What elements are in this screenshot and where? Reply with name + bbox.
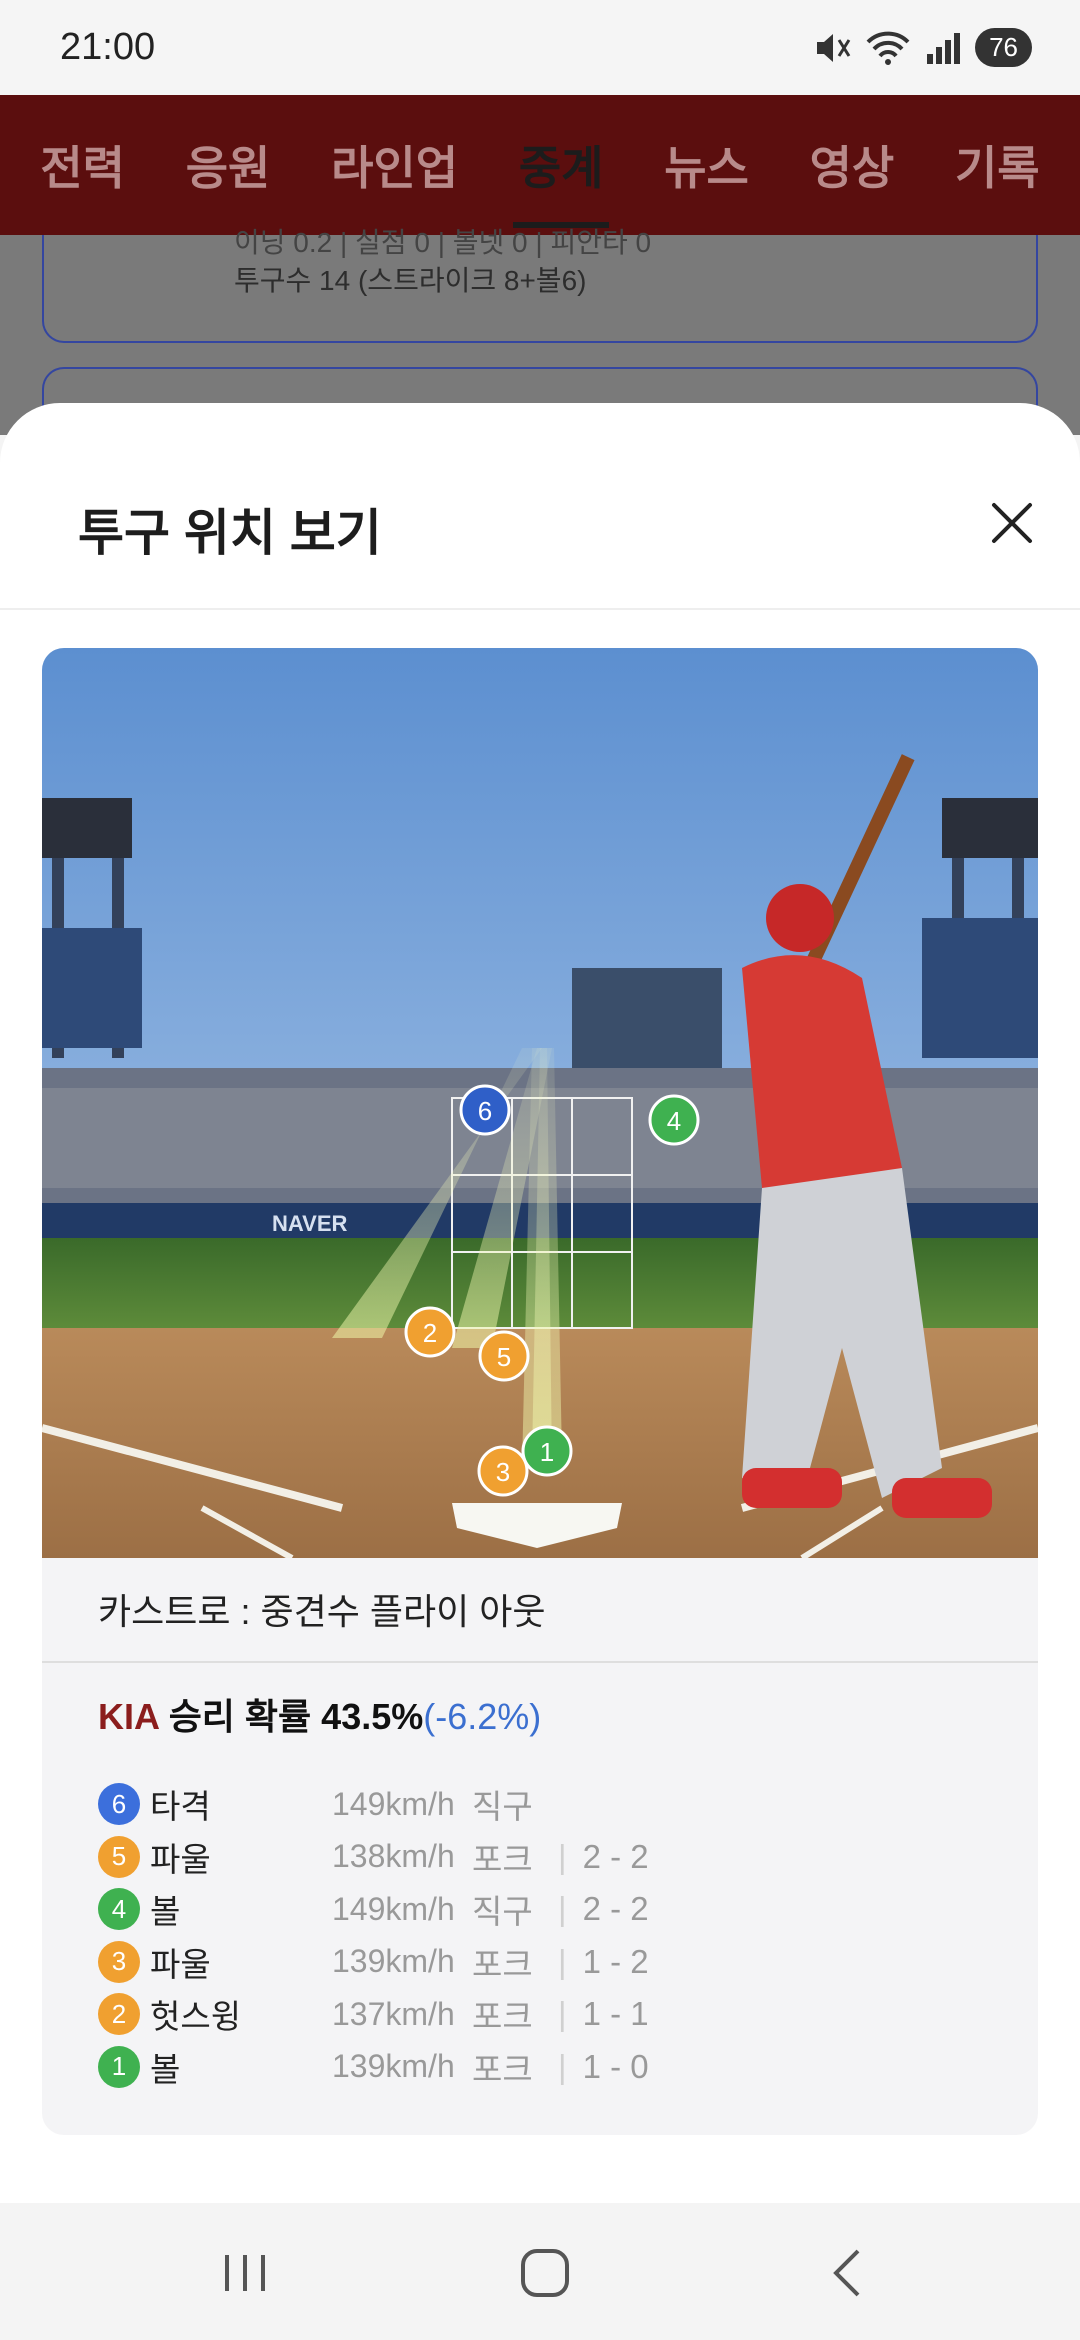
mute-icon bbox=[817, 33, 851, 62]
back-icon[interactable] bbox=[820, 2243, 880, 2303]
pitch-speed: 138km/h bbox=[332, 1838, 455, 1875]
tab-news[interactable]: 뉴스 bbox=[658, 132, 755, 198]
pitch-number-badge: 6 bbox=[98, 1783, 140, 1826]
tab-cheer[interactable]: 응원 bbox=[180, 132, 277, 198]
pitch-row: 1 볼 139km/h 포크 | 1 - 0 bbox=[98, 2041, 998, 2094]
battery-indicator: 76 bbox=[975, 28, 1032, 67]
pitch-result: 파울 bbox=[150, 1945, 211, 1983]
pitch-speed: 137km/h bbox=[332, 1995, 455, 2032]
pitch-marker-3: 3 bbox=[477, 1445, 529, 1497]
pitch-type: 포크 bbox=[472, 2050, 533, 2088]
pitch-list: 6 타격 149km/h 직구 5 파울 138km/h 포크 | 2 - 2 … bbox=[98, 1778, 998, 2093]
pitch-marker-4: 4 bbox=[648, 1094, 700, 1146]
pitch-type: 포크 bbox=[472, 1998, 533, 2036]
play-result: 카스트로 : 중견수 플라이 아웃 bbox=[98, 1591, 546, 1632]
wifi-icon bbox=[866, 31, 910, 65]
status-time: 21:00 bbox=[60, 26, 156, 68]
top-tab-bar: 전력 응원 라인업 중계 뉴스 영상 기록 bbox=[0, 95, 1080, 235]
status-bar: 21:00 76 bbox=[0, 0, 1080, 95]
pitch-marker-1: 1 bbox=[521, 1425, 573, 1477]
pitch-type: 직구 bbox=[472, 1893, 533, 1931]
tab-lineup-power[interactable]: 전력 bbox=[34, 132, 131, 198]
pitch-speed: 139km/h bbox=[332, 2048, 455, 2085]
pitch-speed: 149km/h bbox=[332, 1890, 455, 1927]
close-icon[interactable] bbox=[984, 495, 1040, 551]
sheet-title: 투구 위치 보기 bbox=[78, 505, 382, 561]
pitch-marker-5: 5 bbox=[478, 1330, 530, 1382]
pitch-result: 파울 bbox=[150, 1840, 211, 1878]
tab-video[interactable]: 영상 bbox=[804, 132, 901, 198]
win-prob-delta: (-6.2%) bbox=[423, 1696, 542, 1737]
pitch-type: 직구 bbox=[472, 1788, 533, 1826]
ball-strike-count: 2 - 2 bbox=[582, 1890, 649, 1928]
pitch-result: 볼 bbox=[150, 1893, 181, 1931]
pitch-marker-1-label: 1 bbox=[540, 1437, 554, 1467]
separator: | bbox=[558, 1995, 567, 2033]
recent-apps-icon[interactable] bbox=[215, 2243, 275, 2303]
divider bbox=[0, 608, 1080, 610]
pitch-count-line: 투구수 14 (스트라이크 8+볼6) bbox=[234, 265, 587, 296]
pitcher-stat-line: 이닝 0.2 | 실점 0 | 볼넷 0 | 피안타 0 bbox=[234, 227, 652, 258]
pitch-marker-6: 6 bbox=[459, 1084, 511, 1136]
tab-records[interactable]: 기록 bbox=[949, 132, 1046, 198]
ball-strike-count: 2 - 2 bbox=[582, 1837, 649, 1875]
pitch-row: 2 헛스윙 137km/h 포크 | 1 - 1 bbox=[98, 1988, 998, 2041]
pitch-type: 포크 bbox=[472, 1840, 533, 1878]
pitch-marker-5-label: 5 bbox=[497, 1342, 511, 1372]
status-icons: 76 bbox=[813, 28, 1032, 67]
home-icon[interactable] bbox=[515, 2243, 575, 2303]
separator: | bbox=[558, 2047, 567, 2085]
divider bbox=[42, 1661, 1038, 1663]
pitch-location-sheet: 투구 위치 보기 NAVER 6 4 2 5 3 1 카스트로: 중견수 플라… bbox=[0, 403, 1080, 2203]
pitch-card: NAVER 6 4 2 5 3 1 카스트로: 중견수 플라이 아웃 KIA … bbox=[42, 648, 1038, 2135]
pitcher-stat-card: 이닝 0.2 | 실점 0 | 볼넷 0 | 피안타 0 투구수 14 (스트라… bbox=[42, 227, 1038, 343]
wall-banner-text: NAVER bbox=[272, 1211, 347, 1236]
pitch-result: 타격 bbox=[150, 1788, 211, 1826]
pitch-marker-2-label: 2 bbox=[423, 1318, 437, 1348]
pitch-speed: 139km/h bbox=[332, 1943, 455, 1980]
pitch-result: 볼 bbox=[150, 2050, 181, 2088]
pitch-row: 6 타격 149km/h 직구 bbox=[98, 1778, 998, 1831]
win-prob-team: KIA bbox=[98, 1696, 159, 1737]
pitch-marker-3-label: 3 bbox=[496, 1457, 510, 1487]
system-nav-bar bbox=[0, 2203, 1080, 2340]
pitch-number-badge: 2 bbox=[98, 1993, 140, 2036]
pitch-row: 3 파울 139km/h 포크 | 1 - 2 bbox=[98, 1936, 998, 1989]
pitch-speed: 149km/h bbox=[332, 1785, 455, 1822]
separator: | bbox=[558, 1837, 567, 1875]
pitch-marker-6-label: 6 bbox=[478, 1096, 492, 1126]
pitch-number-badge: 5 bbox=[98, 1835, 140, 1878]
pitch-result: 헛스윙 bbox=[150, 1998, 242, 2036]
pitch-marker-2: 2 bbox=[404, 1306, 456, 1358]
pitch-number-badge: 3 bbox=[98, 1940, 140, 1983]
pitch-row: 5 파울 138km/h 포크 | 2 - 2 bbox=[98, 1831, 998, 1884]
tab-broadcast[interactable]: 중계 bbox=[512, 132, 610, 228]
tab-lineup[interactable]: 라인업 bbox=[325, 132, 464, 198]
pitch-number-badge: 4 bbox=[98, 1888, 140, 1931]
pitch-location-image: NAVER 6 4 2 5 3 1 bbox=[42, 648, 1038, 1558]
pitch-number-badge: 1 bbox=[98, 2045, 140, 2088]
ball-strike-count: 1 - 2 bbox=[582, 1942, 649, 1980]
signal-icon bbox=[927, 32, 961, 64]
win-probability: KIA 승리 확률 43.5%(-6.2%) bbox=[98, 1688, 541, 1740]
pitch-marker-4-label: 4 bbox=[667, 1106, 681, 1136]
win-prob-label: 승리 확률 43.5% bbox=[168, 1696, 424, 1737]
pitch-type: 포크 bbox=[472, 1945, 533, 1983]
ball-strike-count: 1 - 0 bbox=[582, 2047, 649, 2085]
separator: | bbox=[558, 1942, 567, 1980]
separator: | bbox=[558, 1890, 567, 1928]
pitch-row: 4 볼 149km/h 직구 | 2 - 2 bbox=[98, 1883, 998, 1936]
ball-strike-count: 1 - 1 bbox=[582, 1995, 649, 2033]
